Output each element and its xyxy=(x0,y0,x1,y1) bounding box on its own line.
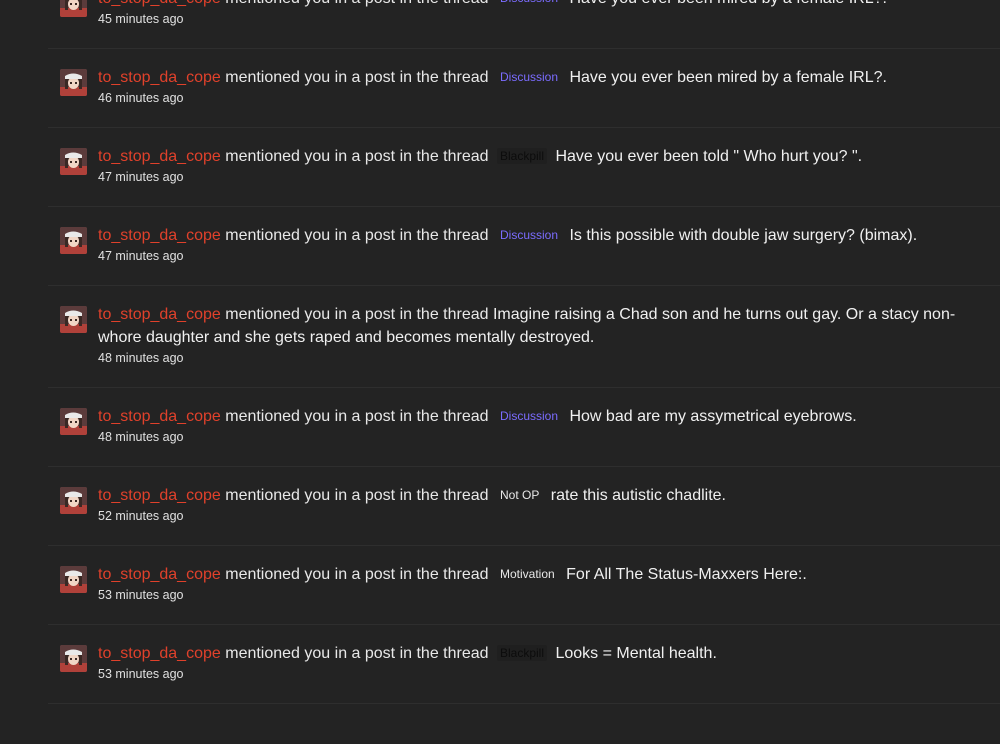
alert-timestamp: 48 minutes ago xyxy=(98,351,184,365)
alert-text: to_stop_da_cope mentioned you in a post … xyxy=(98,563,980,586)
alert-action-text: mentioned you in a post in the thread xyxy=(225,487,489,504)
alert-text: to_stop_da_cope mentioned you in a post … xyxy=(98,405,980,428)
alert-timestamp: 46 minutes ago xyxy=(98,91,184,105)
thread-prefix-badge[interactable]: Blackpill xyxy=(496,148,547,164)
username-link[interactable]: to_stop_da_cope xyxy=(98,227,221,244)
user-avatar[interactable] xyxy=(60,408,87,435)
thread-title-link[interactable]: Have you ever been told " Who hurt you? … xyxy=(555,148,862,165)
username-link[interactable]: to_stop_da_cope xyxy=(98,645,221,662)
thread-title-link[interactable]: Have you ever been mired by a female IRL… xyxy=(569,69,887,86)
alert-item[interactable]: to_stop_da_cope mentioned you in a post … xyxy=(48,207,1000,286)
alert-timestamp: 48 minutes ago xyxy=(98,430,184,444)
alert-item[interactable]: to_stop_da_cope mentioned you in a post … xyxy=(48,625,1000,704)
alert-timestamp: 53 minutes ago xyxy=(98,667,184,681)
username-link[interactable]: to_stop_da_cope xyxy=(98,408,221,425)
alert-text: to_stop_da_cope mentioned you in a post … xyxy=(98,145,980,168)
thread-title-link[interactable]: For All The Status-Maxxers Here:. xyxy=(566,566,807,583)
user-avatar[interactable] xyxy=(60,0,87,17)
username-link[interactable]: to_stop_da_cope xyxy=(98,148,221,165)
alert-action-text: mentioned you in a post in the thread xyxy=(225,148,489,165)
thread-prefix-badge[interactable]: Motivation xyxy=(497,566,558,582)
avatar-image-icon xyxy=(60,148,87,175)
avatar-image-icon xyxy=(60,0,87,17)
thread-title-link[interactable]: How bad are my assymetrical eyebrows. xyxy=(569,408,856,425)
alert-item[interactable]: to_stop_da_cope mentioned you in a post … xyxy=(48,546,1000,625)
alert-timestamp: 47 minutes ago xyxy=(98,249,184,263)
user-avatar[interactable] xyxy=(60,487,87,514)
avatar-image-icon xyxy=(60,645,87,672)
alert-action-text: mentioned you in a post in the thread xyxy=(225,306,489,323)
alert-action-text: mentioned you in a post in the thread xyxy=(225,645,489,662)
thread-prefix-badge[interactable]: Discussion xyxy=(497,0,561,6)
username-link[interactable]: to_stop_da_cope xyxy=(98,487,221,504)
thread-title-link[interactable]: Have you ever been mired by a female IRL… xyxy=(569,0,887,7)
alerts-list: to_stop_da_cope mentioned you in a post … xyxy=(48,0,1000,704)
username-link[interactable]: to_stop_da_cope xyxy=(98,306,221,323)
alert-item[interactable]: to_stop_da_cope mentioned you in a post … xyxy=(48,388,1000,467)
alert-text: to_stop_da_cope mentioned you in a post … xyxy=(98,66,980,89)
alert-item[interactable]: to_stop_da_cope mentioned you in a post … xyxy=(48,0,1000,49)
avatar-image-icon xyxy=(60,566,87,593)
alert-text: to_stop_da_cope mentioned you in a post … xyxy=(98,0,980,10)
alert-item[interactable]: to_stop_da_cope mentioned you in a post … xyxy=(48,286,1000,388)
username-link[interactable]: to_stop_da_cope xyxy=(98,566,221,583)
alert-action-text: mentioned you in a post in the thread xyxy=(225,227,489,244)
thread-title-link[interactable]: rate this autistic chadlite. xyxy=(551,487,726,504)
username-link[interactable]: to_stop_da_cope xyxy=(98,69,221,86)
alert-action-text: mentioned you in a post in the thread xyxy=(225,0,488,7)
alert-item[interactable]: to_stop_da_cope mentioned you in a post … xyxy=(48,467,1000,546)
alert-timestamp: 53 minutes ago xyxy=(98,588,184,602)
user-avatar[interactable] xyxy=(60,69,87,96)
username-link[interactable]: to_stop_da_cope xyxy=(98,0,221,7)
alert-action-text: mentioned you in a post in the thread xyxy=(225,566,489,583)
alert-timestamp: 52 minutes ago xyxy=(98,509,184,523)
thread-prefix-badge[interactable]: Discussion xyxy=(497,227,561,243)
avatar-image-icon xyxy=(60,487,87,514)
alert-action-text: mentioned you in a post in the thread xyxy=(225,408,489,425)
thread-prefix-badge[interactable]: Discussion xyxy=(497,69,561,85)
user-avatar[interactable] xyxy=(60,566,87,593)
alert-text: to_stop_da_cope mentioned you in a post … xyxy=(98,642,980,665)
thread-prefix-badge[interactable]: Not OP xyxy=(497,487,542,503)
alert-timestamp: 45 minutes ago xyxy=(98,12,184,26)
alert-action-text: mentioned you in a post in the thread xyxy=(225,69,489,86)
alert-text: to_stop_da_cope mentioned you in a post … xyxy=(98,484,980,507)
avatar-image-icon xyxy=(60,408,87,435)
user-avatar[interactable] xyxy=(60,148,87,175)
alert-item[interactable]: to_stop_da_cope mentioned you in a post … xyxy=(48,128,1000,207)
user-avatar[interactable] xyxy=(60,227,87,254)
thread-prefix-badge[interactable]: Discussion xyxy=(497,408,561,424)
alert-text: to_stop_da_cope mentioned you in a post … xyxy=(98,303,980,349)
avatar-image-icon xyxy=(60,306,87,333)
avatar-image-icon xyxy=(60,69,87,96)
alert-text: to_stop_da_cope mentioned you in a post … xyxy=(98,224,980,247)
user-avatar[interactable] xyxy=(60,645,87,672)
thread-title-link[interactable]: Looks = Mental health. xyxy=(555,645,716,662)
thread-title-link[interactable]: Is this possible with double jaw surgery… xyxy=(569,227,917,244)
thread-prefix-badge[interactable]: Blackpill xyxy=(496,645,547,661)
alert-timestamp: 47 minutes ago xyxy=(98,170,184,184)
alert-item[interactable]: to_stop_da_cope mentioned you in a post … xyxy=(48,49,1000,128)
user-avatar[interactable] xyxy=(60,306,87,333)
avatar-image-icon xyxy=(60,227,87,254)
